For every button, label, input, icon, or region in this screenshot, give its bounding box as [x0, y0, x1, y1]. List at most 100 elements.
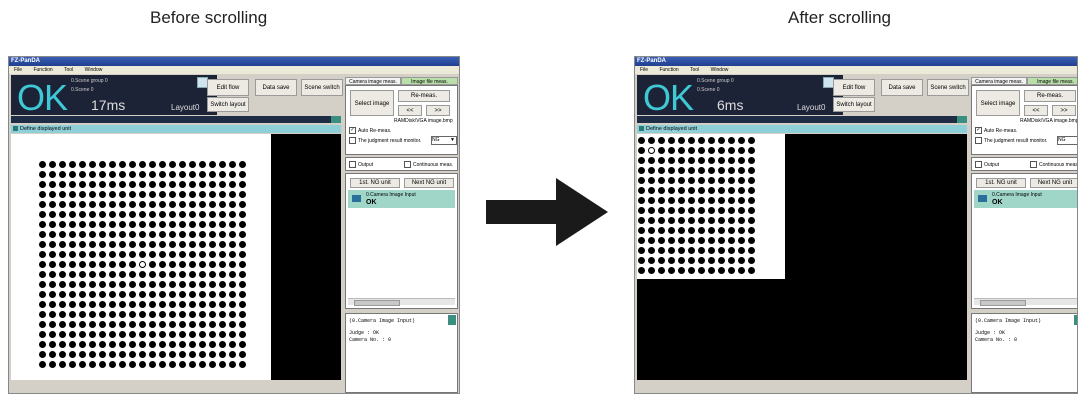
menu-function[interactable]: Function — [659, 67, 678, 73]
menu-tool[interactable]: Tool — [690, 67, 699, 73]
next-ng-button[interactable]: Next NG unit — [404, 178, 454, 188]
pattern-dot — [69, 191, 76, 198]
continuous-checkbox[interactable]: Continuous meas. — [1030, 161, 1077, 168]
edit-flow-button[interactable]: Edit flow — [207, 79, 249, 96]
tab-image-file[interactable]: Image file meas. — [401, 77, 458, 85]
pattern-dot — [209, 341, 216, 348]
scene-label: 0.Scene 0 — [697, 87, 720, 93]
pattern-dot — [169, 311, 176, 318]
pattern-dot — [99, 351, 106, 358]
output-checkbox[interactable]: Output — [975, 161, 999, 168]
prev-button[interactable]: << — [1024, 105, 1048, 116]
title-bar: FZ-PanDA — [9, 57, 459, 66]
strip-handle[interactable] — [331, 116, 341, 123]
output-checkbox[interactable]: Output — [349, 161, 373, 168]
pattern-dot — [49, 271, 56, 278]
menu-tool[interactable]: Tool — [64, 67, 73, 73]
pattern-dot — [69, 231, 76, 238]
pattern-dot — [708, 267, 715, 274]
detail-handle[interactable] — [448, 315, 456, 325]
pattern-dot — [79, 251, 86, 258]
continuous-checkbox[interactable]: Continuous meas. — [404, 161, 453, 168]
remeas-button[interactable]: Re-meas. — [398, 90, 450, 102]
scrollbar-thumb[interactable] — [980, 300, 1026, 306]
strip-handle[interactable] — [957, 116, 967, 123]
select-image-button[interactable]: Select image — [976, 90, 1020, 116]
pattern-dot — [219, 261, 226, 268]
continuous-label: Continuous meas. — [413, 161, 454, 168]
data-save-button[interactable]: Data save — [881, 79, 923, 96]
pattern-dot — [638, 257, 645, 264]
auto-remeas-checkbox[interactable]: ✓ Auto Re-meas. — [349, 127, 391, 134]
pattern-dot — [169, 211, 176, 218]
tab-camera-image[interactable]: Camera image meas. — [345, 77, 401, 85]
scene-switch-button[interactable]: Scene switch — [927, 79, 969, 96]
pattern-dot — [109, 191, 116, 198]
menu-function[interactable]: Function — [33, 67, 52, 73]
remeas-button[interactable]: Re-meas. — [1024, 90, 1076, 102]
pattern-dot — [119, 221, 126, 228]
next-button[interactable]: >> — [1052, 105, 1076, 116]
pattern-dot — [79, 311, 86, 318]
pattern-dot — [688, 237, 695, 244]
pattern-dot — [199, 331, 206, 338]
pattern-dot — [708, 217, 715, 224]
pattern-dot — [79, 211, 86, 218]
menu-window[interactable]: Window — [85, 67, 103, 73]
scrollbar-thumb[interactable] — [354, 300, 400, 306]
horizontal-scrollbar[interactable] — [348, 298, 455, 306]
pattern-dot — [668, 187, 675, 194]
menu-window[interactable]: Window — [711, 67, 729, 73]
scene-switch-button[interactable]: Scene switch — [301, 79, 343, 96]
pattern-dot — [129, 341, 136, 348]
judgment-select[interactable]: NG▼ — [431, 136, 457, 145]
unit-marker-icon — [639, 126, 644, 132]
next-button[interactable]: >> — [426, 105, 450, 116]
tab-image-file[interactable]: Image file meas. — [1027, 77, 1077, 85]
pattern-dot — [718, 177, 725, 184]
judgment-monitor-checkbox[interactable]: The judgment result monitor. — [975, 137, 1047, 144]
menu-file[interactable]: File — [640, 67, 648, 73]
first-ng-button[interactable]: 1st. NG unit — [350, 178, 400, 188]
edit-flow-button[interactable]: Edit flow — [833, 79, 875, 96]
select-image-button[interactable]: Select image — [350, 90, 394, 116]
menu-file[interactable]: File — [14, 67, 22, 73]
pattern-dot — [149, 201, 156, 208]
unit-list-item[interactable]: 0.Camera Image Input OK — [348, 190, 455, 208]
pattern-dot — [239, 251, 246, 258]
first-ng-button[interactable]: 1st. NG unit — [976, 178, 1026, 188]
pattern-dot — [149, 281, 156, 288]
pattern-dot — [189, 341, 196, 348]
switch-layout-button[interactable]: Switch layout — [207, 97, 249, 112]
pattern-dot — [678, 157, 685, 164]
pattern-dot — [688, 157, 695, 164]
pattern-dot — [99, 341, 106, 348]
pattern-dot — [718, 227, 725, 234]
judgment-monitor-checkbox[interactable]: The judgment result monitor. — [349, 137, 421, 144]
pattern-dot — [189, 351, 196, 358]
pattern-dot — [648, 227, 655, 234]
prev-button[interactable]: << — [398, 105, 422, 116]
data-save-button[interactable]: Data save — [255, 79, 297, 96]
pattern-dot — [738, 237, 745, 244]
tab-camera-image[interactable]: Camera image meas. — [971, 77, 1027, 85]
pattern-dot — [99, 161, 106, 168]
pattern-dot — [129, 301, 136, 308]
unit-status: OK — [992, 199, 1003, 206]
pattern-dot — [109, 331, 116, 338]
next-ng-button[interactable]: Next NG unit — [1030, 178, 1077, 188]
pattern-dot — [219, 341, 226, 348]
pattern-dot — [119, 231, 126, 238]
auto-remeas-checkbox[interactable]: ✓ Auto Re-meas. — [975, 127, 1017, 134]
pattern-dot — [119, 351, 126, 358]
judgment-select[interactable]: NG▼ — [1057, 136, 1077, 145]
switch-layout-button[interactable]: Switch layout — [833, 97, 875, 112]
horizontal-scrollbar[interactable] — [974, 298, 1077, 306]
pattern-dot — [189, 271, 196, 278]
pattern-dot — [728, 247, 735, 254]
pattern-dot — [189, 321, 196, 328]
pattern-dot — [179, 201, 186, 208]
detail-handle[interactable] — [1074, 315, 1077, 325]
unit-list-item[interactable]: 0.Camera Image Input OK — [974, 190, 1077, 208]
pattern-dot — [49, 221, 56, 228]
